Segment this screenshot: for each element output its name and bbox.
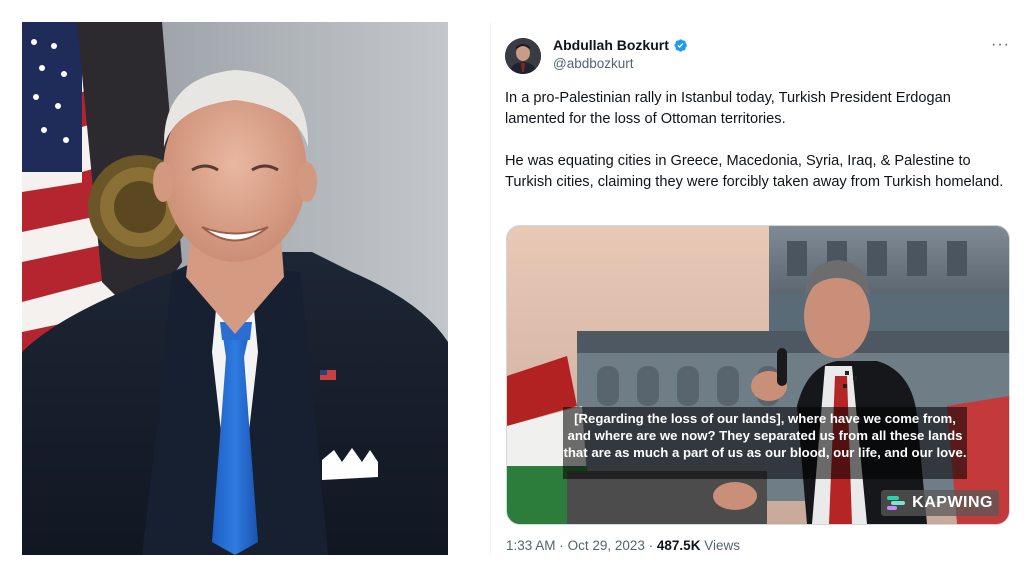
portrait-photo xyxy=(22,22,448,555)
tweet-meta: 1:33 AM · Oct 29, 2023 · 487.5K Views xyxy=(506,538,740,553)
speaker-face xyxy=(804,274,870,358)
tweet-card[interactable]: Abdullah Bozkurt @abdbozkurt ··· In a pr… xyxy=(490,22,1024,555)
avatar-image xyxy=(505,38,541,74)
video-player[interactable]: [Regarding the loss of our lands], where… xyxy=(506,225,1010,525)
tweet-text: In a pro-Palestinian rally in Istanbul t… xyxy=(505,88,1005,193)
author-handle[interactable]: @abdbozkurt xyxy=(553,56,634,71)
more-options-icon[interactable]: ··· xyxy=(991,37,1010,53)
tweet-date[interactable]: Oct 29, 2023 xyxy=(568,538,645,553)
views-count: 487.5K xyxy=(656,538,701,553)
meta-separator: · xyxy=(559,538,564,553)
portrait-illustration xyxy=(22,22,448,555)
watermark-text: KAPWING xyxy=(912,494,993,511)
tweet-time[interactable]: 1:33 AM xyxy=(506,538,556,553)
meta-separator: · xyxy=(648,538,654,553)
tweet-paragraph: He was equating cities in Greece, Macedo… xyxy=(505,153,1004,190)
kapwing-logo-icon xyxy=(887,496,906,510)
video-frame xyxy=(507,226,1009,524)
avatar[interactable] xyxy=(505,38,541,74)
views-label: Views xyxy=(704,538,740,553)
tweet-paragraph: In a pro-Palestinian rally in Istanbul t… xyxy=(505,90,951,127)
verified-badge-icon xyxy=(674,38,687,52)
kapwing-watermark: KAPWING xyxy=(881,490,999,516)
video-caption: [Regarding the loss of our lands], where… xyxy=(563,407,967,479)
author-name-row[interactable]: Abdullah Bozkurt xyxy=(553,37,688,53)
display-name[interactable]: Abdullah Bozkurt xyxy=(553,37,669,53)
